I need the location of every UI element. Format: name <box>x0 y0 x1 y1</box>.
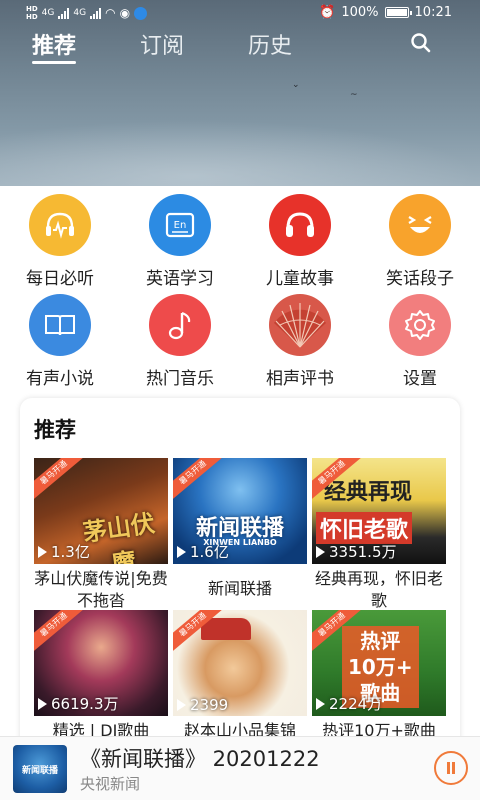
tab-subscribe[interactable]: 订阅 <box>140 28 184 64</box>
wifi-icon: ◠ <box>105 6 116 20</box>
category-english[interactable]: En 英语学习 <box>120 194 240 289</box>
album-cover: 茅山伏魔 暑马开通 1.3亿 <box>34 458 168 564</box>
laughing-face-icon <box>389 194 451 256</box>
section-title: 推荐 <box>34 418 76 442</box>
battery-icon <box>384 7 412 18</box>
eye-icon: ◉ <box>119 6 131 20</box>
alarm-icon: ⏰ <box>319 5 336 20</box>
album-cover: 经典再现 怀旧老歌 暑马开通 3351.5万 <box>312 458 446 564</box>
mini-player[interactable]: 新闻联播 《新闻联播》 20201222 央视新闻 <box>0 736 480 800</box>
album-item[interactable]: 热评 10万+ 歌曲 暑马开通 2224万 热评10万+歌曲 <box>312 610 446 742</box>
category-kids[interactable]: 儿童故事 <box>240 194 360 289</box>
open-book-icon <box>29 294 91 356</box>
album-cover: 热评 10万+ 歌曲 暑马开通 2224万 <box>312 610 446 716</box>
app-notification-icon <box>134 6 148 20</box>
tab-recommend[interactable]: 推荐 <box>32 28 77 64</box>
hd-indicator: HD HD <box>26 5 38 21</box>
player-cover[interactable]: 新闻联播 <box>13 745 67 793</box>
album-item[interactable]: 暑马开通 6619.3万 精选 | DJ歌曲 <box>34 610 168 742</box>
album-cover: 暑马开通 6619.3万 <box>34 610 168 716</box>
signal-icon <box>90 7 102 19</box>
music-note-icon <box>149 294 211 356</box>
album-item[interactable]: 经典再现 怀旧老歌 暑马开通 3351.5万 经典再现，怀旧老歌 <box>312 458 446 612</box>
headphones-icon <box>269 194 331 256</box>
folding-fan-icon <box>269 294 331 356</box>
player-subtitle: 央视新闻 <box>80 775 141 793</box>
play-icon <box>38 546 47 558</box>
pause-button[interactable] <box>434 751 468 785</box>
gear-icon <box>389 294 451 356</box>
album-cover: 新闻联播 XINWEN LIANBO 暑马开通 1.6亿 <box>173 458 307 564</box>
tab-history[interactable]: 历史 <box>248 28 292 64</box>
play-icon <box>177 546 186 558</box>
category-settings[interactable]: 设置 <box>360 294 480 389</box>
category-music[interactable]: 热门音乐 <box>120 294 240 389</box>
cloud-layer <box>0 120 480 186</box>
bird-icon: ~ <box>350 90 358 100</box>
album-item[interactable]: 新闻联播 XINWEN LIANBO 暑马开通 1.6亿 新闻联播 <box>173 458 307 600</box>
signal-icon <box>58 7 70 19</box>
svg-text:En: En <box>174 220 187 231</box>
player-title: 《新闻联播》 20201222 <box>80 747 320 771</box>
english-icon: En <box>149 194 211 256</box>
album-item[interactable]: 茅山伏魔 暑马开通 1.3亿 茅山伏魔传说|免费不拖沓 <box>34 458 168 612</box>
category-daily[interactable]: 每日必听 <box>0 194 120 289</box>
album-item[interactable]: 暑马开通 2399 赵本山小品集锦 <box>173 610 307 742</box>
play-icon <box>316 698 325 710</box>
play-icon <box>38 698 47 710</box>
recommend-card: 推荐 茅山伏魔 暑马开通 1.3亿 茅山伏魔传说|免费不拖沓 新闻联播 XINW… <box>20 398 460 758</box>
album-cover: 暑马开通 2399 <box>173 610 307 716</box>
category-novel[interactable]: 有声小说 <box>0 294 120 389</box>
bird-icon: ⌄ <box>292 80 300 90</box>
status-bar: HD HD 4G 4G ◠ ◉ ⏰ 100% 10:21 <box>26 5 452 21</box>
category-jokes[interactable]: 笑话段子 <box>360 194 480 289</box>
top-tabs: 推荐 订阅 历史 <box>32 28 356 64</box>
headphone-wave-icon <box>29 194 91 256</box>
search-icon[interactable] <box>410 32 432 54</box>
play-icon <box>177 699 186 711</box>
category-crosstalk[interactable]: 相声评书 <box>240 294 360 389</box>
play-icon <box>316 546 325 558</box>
